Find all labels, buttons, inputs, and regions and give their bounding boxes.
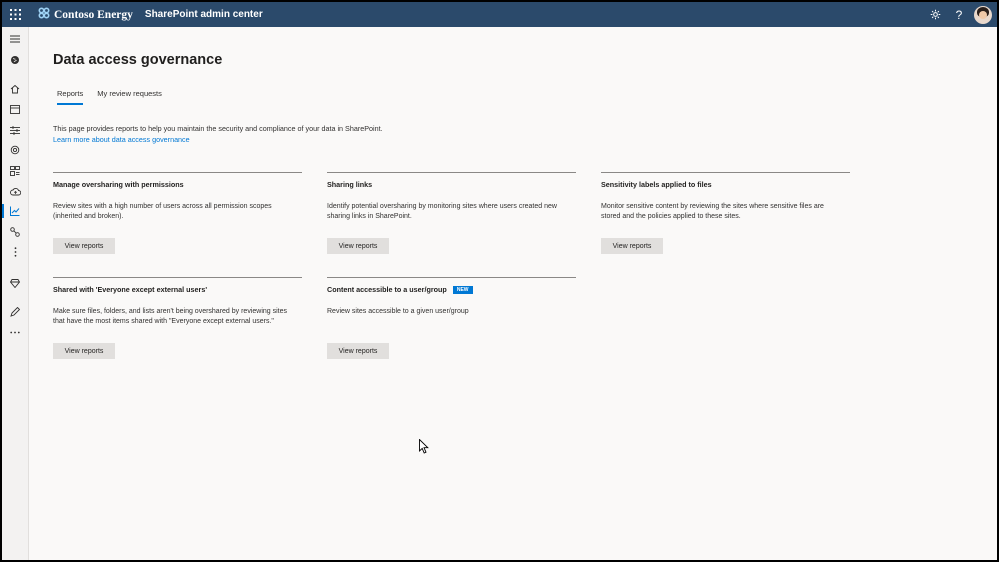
card-description: Review sites with a high number of users… xyxy=(53,202,293,222)
reports-icon[interactable] xyxy=(8,204,22,218)
page-title: Data access governance xyxy=(53,52,223,68)
left-navigation xyxy=(2,27,29,560)
card-description: Monitor sensitive content by reviewing t… xyxy=(601,202,841,222)
card-description-line: Review sites accessible to a given user/… xyxy=(327,308,469,315)
card-description-line: sharing links in SharePoint. xyxy=(327,213,412,220)
sites-icon[interactable] xyxy=(8,102,22,116)
main-content: Data access governance Reports My review… xyxy=(53,27,953,560)
card-title-text: Content accessible to a user/group xyxy=(327,285,447,294)
new-badge: NEW xyxy=(452,285,473,294)
card-title: Sensitivity labels applied to files xyxy=(601,180,712,189)
view-reports-button[interactable]: View reports xyxy=(601,238,663,254)
card-title: Shared with 'Everyone except external us… xyxy=(53,285,208,294)
card-description-line: stored and the policies applied to these… xyxy=(601,213,741,220)
view-reports-button[interactable]: View reports xyxy=(327,238,389,254)
card-description: Review sites accessible to a given user/… xyxy=(327,307,567,317)
tab-my-review-requests[interactable]: My review requests xyxy=(97,89,162,105)
active-nav-indicator xyxy=(2,204,4,218)
brand-name: Contoso Energy xyxy=(54,8,133,21)
learn-more-link[interactable]: Learn more about data access governance xyxy=(53,135,190,144)
customize-navigation-icon[interactable] xyxy=(8,305,22,319)
card-shared-with-everyone: Shared with 'Everyone except external us… xyxy=(53,277,302,359)
migration-icon[interactable] xyxy=(8,184,22,198)
card-description-line: Make sure files, folders, and lists aren… xyxy=(53,308,288,315)
brand[interactable]: Contoso Energy xyxy=(38,6,133,24)
settings-icon[interactable] xyxy=(8,143,22,157)
contoso-logo-icon xyxy=(38,6,50,24)
help-icon[interactable]: ? xyxy=(947,2,971,27)
tab-list: Reports My review requests xyxy=(57,89,162,105)
connections-icon[interactable] xyxy=(8,225,22,239)
more-vertical-icon[interactable] xyxy=(8,245,22,259)
card-description-line: (inherited and broken). xyxy=(53,213,124,220)
card-content-accessible: Content accessible to a user/group NEW R… xyxy=(327,277,576,359)
top-bar: Contoso Energy SharePoint admin center ? xyxy=(2,2,997,27)
hamburger-icon[interactable] xyxy=(8,32,22,46)
sharepoint-admin-window: Contoso Energy SharePoint admin center ? xyxy=(2,2,997,560)
page-description: This page provides reports to help you m… xyxy=(53,124,383,133)
card-title: Content accessible to a user/group NEW xyxy=(327,285,473,294)
waffle-icon[interactable] xyxy=(2,2,28,27)
globe-icon[interactable] xyxy=(8,53,22,67)
card-title: Manage oversharing with permissions xyxy=(53,180,184,189)
home-icon[interactable] xyxy=(8,82,22,96)
view-reports-button[interactable]: View reports xyxy=(327,343,389,359)
settings-icon[interactable] xyxy=(923,2,947,27)
policies-icon[interactable] xyxy=(8,123,22,137)
card-title: Sharing links xyxy=(327,180,373,189)
mouse-pointer-icon xyxy=(419,438,429,459)
view-reports-button[interactable]: View reports xyxy=(53,238,115,254)
card-description: Identify potential oversharing by monito… xyxy=(327,202,567,222)
card-description: Make sure files, folders, and lists aren… xyxy=(53,307,301,327)
card-description-line: Review sites with a high number of users… xyxy=(53,203,272,210)
content-services-icon[interactable] xyxy=(8,164,22,178)
card-description-line: Monitor sensitive content by reviewing t… xyxy=(601,203,824,210)
app-name[interactable]: SharePoint admin center xyxy=(145,9,263,20)
more-horizontal-icon[interactable] xyxy=(8,325,22,339)
tab-reports[interactable]: Reports xyxy=(57,89,84,105)
card-description-line: that have the most items shared with "Ev… xyxy=(53,318,274,325)
card-sensitivity-labels: Sensitivity labels applied to files Moni… xyxy=(601,172,850,254)
card-sharing-links: Sharing links Identify potential oversha… xyxy=(327,172,576,254)
card-description-line: Identify potential oversharing by monito… xyxy=(327,203,557,210)
avatar[interactable] xyxy=(974,5,992,24)
view-reports-button[interactable]: View reports xyxy=(53,343,115,359)
advanced-icon[interactable] xyxy=(8,276,22,290)
card-manage-oversharing: Manage oversharing with permissions Revi… xyxy=(53,172,302,254)
